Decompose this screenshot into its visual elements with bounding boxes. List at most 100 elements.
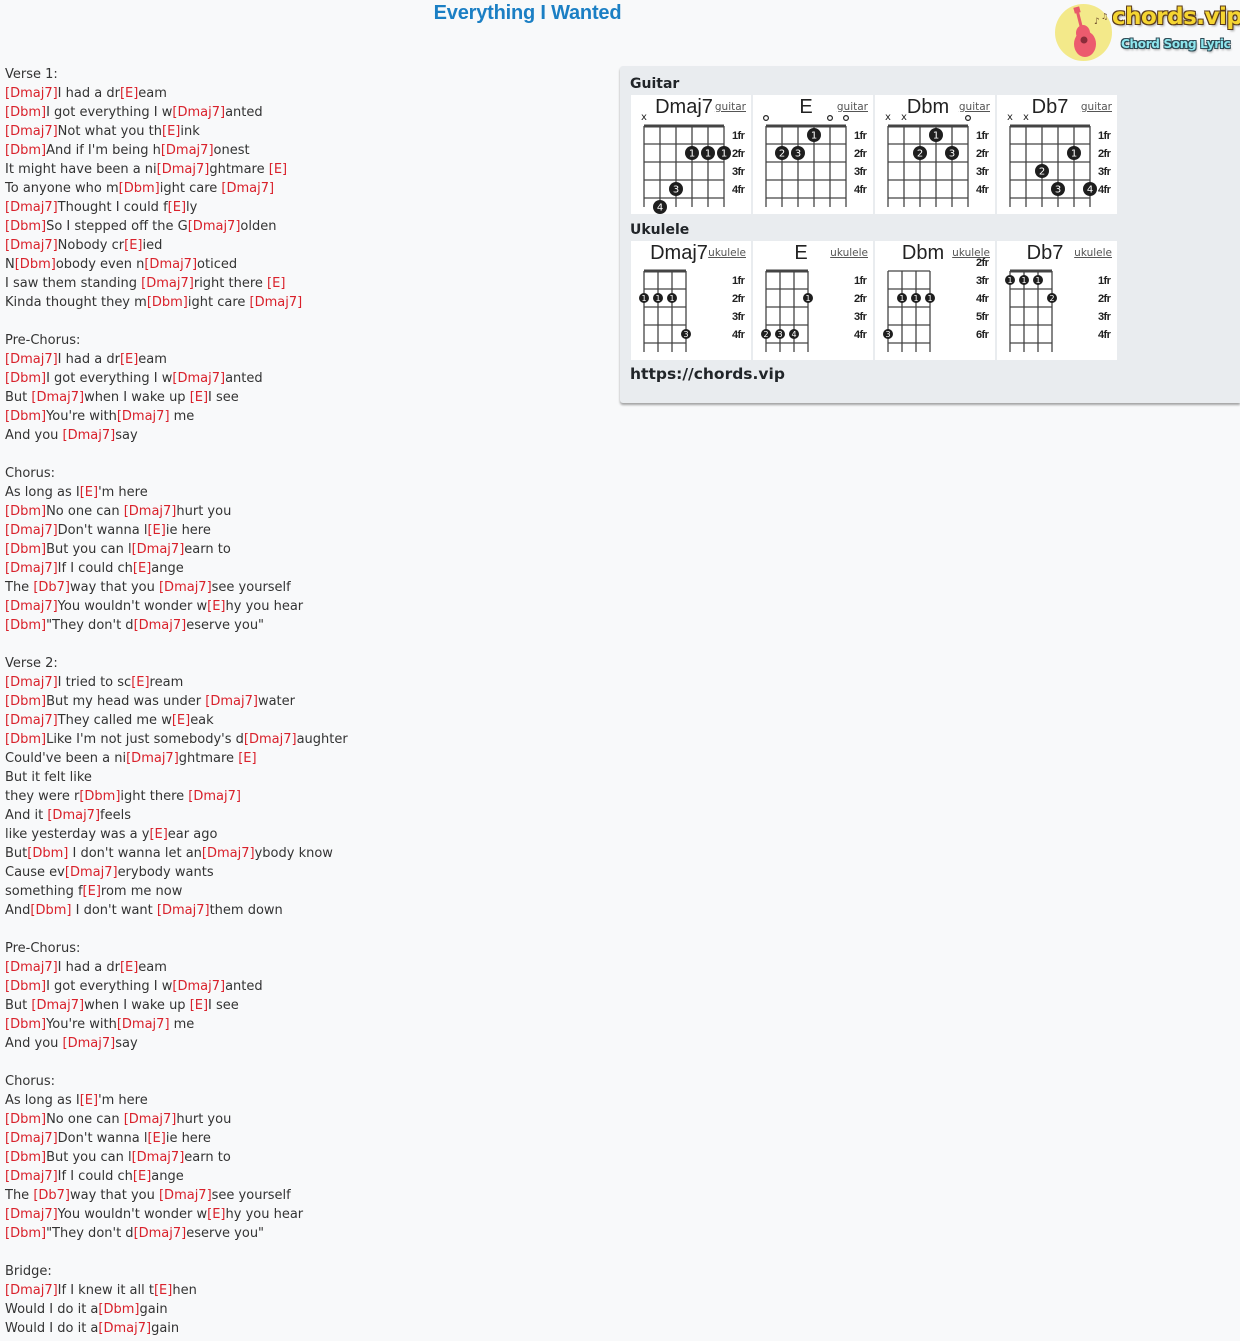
chord-dmaj7[interactable]: [Dmaj7] xyxy=(5,960,58,975)
chord-e[interactable]: [E] xyxy=(190,998,208,1013)
chord-dmaj7[interactable]: [Dmaj7] xyxy=(159,1188,212,1203)
chord-dmaj7[interactable]: [Dmaj7] xyxy=(5,352,58,367)
chord-e[interactable]: [E] xyxy=(267,276,285,291)
chord-dmaj7[interactable]: [Dmaj7] xyxy=(124,1112,177,1127)
chord-e[interactable]: [E] xyxy=(190,390,208,405)
guitar-link[interactable]: guitar xyxy=(715,101,746,113)
chord-dmaj7[interactable]: [Dmaj7] xyxy=(157,162,210,177)
chord-dmaj7[interactable]: [Dmaj7] xyxy=(65,865,118,880)
chord-dmaj7[interactable]: [Dmaj7] xyxy=(132,542,185,557)
chord-dbm[interactable]: [Dbm] xyxy=(5,1226,46,1241)
ukulele-link[interactable]: ukulele xyxy=(1074,247,1112,259)
chord-e[interactable]: [E] xyxy=(154,1283,172,1298)
chord-dmaj7[interactable]: [Dmaj7] xyxy=(172,979,225,994)
chord-dbm[interactable]: [Dbm] xyxy=(5,1112,46,1127)
chord-db7[interactable]: [Db7] xyxy=(33,580,70,595)
chord-dbm[interactable]: [Dbm] xyxy=(98,1302,139,1317)
chord-e[interactable]: [E] xyxy=(172,713,190,728)
chord-dbm[interactable]: [Dbm] xyxy=(5,371,46,386)
chord-dbm[interactable]: [Dbm] xyxy=(15,257,56,272)
chord-dmaj7[interactable]: [Dmaj7] xyxy=(5,1207,58,1222)
chord-dmaj7[interactable]: [Dmaj7] xyxy=(250,295,303,310)
chord-dbm[interactable]: [Dbm] xyxy=(5,618,46,633)
chord-dmaj7[interactable]: [Dmaj7] xyxy=(31,998,84,1013)
chord-dmaj7[interactable]: [Dmaj7] xyxy=(5,200,58,215)
chord-e[interactable]: [E] xyxy=(207,599,225,614)
chord-dmaj7[interactable]: [Dmaj7] xyxy=(5,561,58,576)
chord-e[interactable]: [E] xyxy=(124,238,142,253)
chord-e[interactable]: [E] xyxy=(133,1169,151,1184)
chord-dbm[interactable]: [Dbm] xyxy=(27,846,68,861)
chord-dmaj7[interactable]: [Dmaj7] xyxy=(63,428,116,443)
chord-dmaj7[interactable]: [Dmaj7] xyxy=(5,713,58,728)
site-logo[interactable]: ♪ ♫ chords.vip Chord Song Lyric xyxy=(1054,3,1240,63)
chord-e[interactable]: [E] xyxy=(238,751,256,766)
chord-dmaj7[interactable]: [Dmaj7] xyxy=(188,219,241,234)
chord-dbm[interactable]: [Dbm] xyxy=(5,143,46,158)
chord-dbm[interactable]: [Dbm] xyxy=(79,789,120,804)
chord-dmaj7[interactable]: [Dmaj7] xyxy=(202,846,255,861)
chord-e[interactable]: [E] xyxy=(269,162,287,177)
chord-e[interactable]: [E] xyxy=(80,485,98,500)
chord-dmaj7[interactable]: [Dmaj7] xyxy=(134,618,187,633)
chord-dbm[interactable]: [Dbm] xyxy=(119,181,160,196)
chord-dmaj7[interactable]: [Dmaj7] xyxy=(5,1169,58,1184)
chord-dmaj7[interactable]: [Dmaj7] xyxy=(5,238,58,253)
chord-dmaj7[interactable]: [Dmaj7] xyxy=(5,124,58,139)
chord-dmaj7[interactable]: [Dmaj7] xyxy=(5,523,58,538)
chord-dbm[interactable]: [Dbm] xyxy=(147,295,188,310)
chord-dmaj7[interactable]: [Dmaj7] xyxy=(5,1131,58,1146)
chord-e[interactable]: [E] xyxy=(83,884,101,899)
chord-dmaj7[interactable]: [Dmaj7] xyxy=(117,1017,170,1032)
chord-e[interactable]: [E] xyxy=(149,827,167,842)
chord-e[interactable]: [E] xyxy=(120,86,138,101)
chord-dbm[interactable]: [Dbm] xyxy=(5,219,46,234)
chord-dmaj7[interactable]: [Dmaj7] xyxy=(117,409,170,424)
chord-dmaj7[interactable]: [Dmaj7] xyxy=(98,1321,151,1336)
chord-dmaj7[interactable]: [Dmaj7] xyxy=(144,257,197,272)
chord-dmaj7[interactable]: [Dmaj7] xyxy=(244,732,297,747)
chord-dmaj7[interactable]: [Dmaj7] xyxy=(5,675,58,690)
chord-dbm[interactable]: [Dbm] xyxy=(5,409,46,424)
ukulele-link[interactable]: ukulele xyxy=(952,247,990,259)
chord-dmaj7[interactable]: [Dmaj7] xyxy=(5,1283,58,1298)
chord-e[interactable]: [E] xyxy=(120,352,138,367)
ukulele-link[interactable]: ukulele xyxy=(708,247,746,259)
chord-dbm[interactable]: [Dbm] xyxy=(5,979,46,994)
chord-dbm[interactable]: [Dbm] xyxy=(5,694,46,709)
chord-dmaj7[interactable]: [Dmaj7] xyxy=(172,105,225,120)
chord-dmaj7[interactable]: [Dmaj7] xyxy=(5,86,58,101)
chord-dbm[interactable]: [Dbm] xyxy=(5,732,46,747)
chord-dmaj7[interactable]: [Dmaj7] xyxy=(132,1150,185,1165)
chord-e[interactable]: [E] xyxy=(147,523,165,538)
chord-dmaj7[interactable]: [Dmaj7] xyxy=(134,1226,187,1241)
chord-dmaj7[interactable]: [Dmaj7] xyxy=(161,143,214,158)
chord-e[interactable]: [E] xyxy=(207,1207,225,1222)
chord-e[interactable]: [E] xyxy=(147,1131,165,1146)
guitar-link[interactable]: guitar xyxy=(959,101,990,113)
chord-e[interactable]: [E] xyxy=(162,124,180,139)
chord-dbm[interactable]: [Dbm] xyxy=(30,903,71,918)
chord-dbm[interactable]: [Dbm] xyxy=(5,105,46,120)
chord-e[interactable]: [E] xyxy=(80,1093,98,1108)
chord-dbm[interactable]: [Dbm] xyxy=(5,542,46,557)
chord-dmaj7[interactable]: [Dmaj7] xyxy=(221,181,274,196)
chord-dmaj7[interactable]: [Dmaj7] xyxy=(31,390,84,405)
chord-dmaj7[interactable]: [Dmaj7] xyxy=(124,504,177,519)
ukulele-link[interactable]: ukulele xyxy=(830,247,868,259)
guitar-link[interactable]: guitar xyxy=(837,101,868,113)
chord-e[interactable]: [E] xyxy=(168,200,186,215)
chord-dmaj7[interactable]: [Dmaj7] xyxy=(141,276,194,291)
chord-dmaj7[interactable]: [Dmaj7] xyxy=(157,903,210,918)
chord-dmaj7[interactable]: [Dmaj7] xyxy=(172,371,225,386)
chord-dbm[interactable]: [Dbm] xyxy=(5,504,46,519)
chord-dbm[interactable]: [Dbm] xyxy=(5,1017,46,1032)
chord-dmaj7[interactable]: [Dmaj7] xyxy=(47,808,100,823)
chord-e[interactable]: [E] xyxy=(133,561,151,576)
chord-e[interactable]: [E] xyxy=(120,960,138,975)
chord-dmaj7[interactable]: [Dmaj7] xyxy=(159,580,212,595)
chord-db7[interactable]: [Db7] xyxy=(33,1188,70,1203)
chord-e[interactable]: [E] xyxy=(131,675,149,690)
guitar-link[interactable]: guitar xyxy=(1081,101,1112,113)
chord-dmaj7[interactable]: [Dmaj7] xyxy=(5,599,58,614)
